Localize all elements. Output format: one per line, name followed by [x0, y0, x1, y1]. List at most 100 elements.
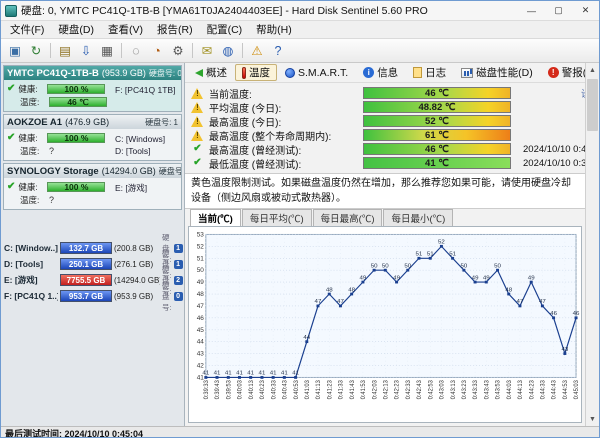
warning-icon [191, 102, 204, 113]
close-button[interactable]: ✕ [572, 1, 599, 20]
disk-size: (476.9 GB) [65, 117, 109, 127]
svg-text:0:39:33: 0:39:33 [204, 380, 210, 400]
svg-text:0:41:43: 0:41:43 [350, 380, 356, 400]
save-icon[interactable]: ⇩ [76, 41, 96, 60]
app-window: 硬盘: 0, YMTC PC41Q-1TB-B [YMA61T0JA240440… [0, 0, 600, 438]
help-icon[interactable]: ? [268, 41, 288, 60]
svg-text:0:42:13: 0:42:13 [383, 380, 389, 400]
svg-text:0:42:43: 0:42:43 [417, 380, 423, 400]
chart-tab-daily-average[interactable]: 每日平均(℃) [242, 209, 312, 226]
partition-row-d[interactable]: D: [Tools] 250.1 GB (276.1 GB) 硬盘号:1 [3, 256, 182, 272]
globe-icon[interactable]: ◍ [218, 41, 238, 60]
refresh-icon[interactable]: ↻ [26, 41, 46, 60]
gauge-icon[interactable]: ◔ [147, 41, 167, 60]
ok-check-icon [193, 144, 201, 154]
tab-overview[interactable]: 概述 [188, 64, 234, 81]
info-icon [363, 67, 374, 78]
disk-item-1[interactable]: AOKZOE A1 (476.9 GB) 硬盘号: 1 健康:100 % 温度:… [3, 114, 182, 161]
warning-icon [191, 116, 204, 127]
svg-text:52: 52 [438, 240, 445, 246]
svg-text:48: 48 [197, 291, 205, 298]
content: YMTC PC41Q-1TB-B (953.9 GB) 硬盘号: 0 健康:10… [1, 63, 599, 426]
health-ok-icon [7, 84, 15, 94]
temp-row-max-lifetime: 最高温度 (整个寿命周期内): 61 ℃ [190, 128, 580, 142]
svg-text:53: 53 [197, 232, 205, 239]
tab-bar: 概述 温度 S.M.A.R.T. 信息 日志 磁盘性能(D) 警报(A) [185, 63, 585, 83]
svg-text:47: 47 [197, 303, 205, 310]
svg-text:47: 47 [337, 299, 344, 305]
menu-report[interactable]: 报告(R) [150, 21, 200, 38]
toolbar-separator [121, 43, 122, 58]
disk-item-0[interactable]: YMTC PC41Q-1TB-B (953.9 GB) 硬盘号: 0 健康:10… [3, 65, 182, 112]
svg-text:0:40:03: 0:40:03 [238, 380, 244, 400]
menu-view[interactable]: 查看(V) [101, 21, 150, 38]
svg-text:49: 49 [483, 275, 491, 281]
svg-text:47: 47 [517, 299, 524, 305]
menu-config[interactable]: 配置(C) [200, 21, 250, 38]
svg-text:0:44:53: 0:44:53 [563, 380, 569, 400]
warning-icon [191, 130, 204, 141]
app-icon [5, 5, 17, 17]
search-icon[interactable]: ◌ [126, 41, 146, 60]
svg-text:0:44:03: 0:44:03 [507, 380, 513, 400]
health-bar: 100 % [47, 133, 105, 143]
svg-text:43: 43 [197, 351, 205, 358]
svg-text:0:43:13: 0:43:13 [451, 380, 457, 400]
svg-text:0:44:43: 0:44:43 [552, 380, 558, 400]
disk-sidebar: YMTC PC41Q-1TB-B (953.9 GB) 硬盘号: 0 健康:10… [1, 63, 185, 426]
temperature-chart-svg: 414243444546474849505152530:39:330:39:43… [189, 227, 581, 422]
settings-icon[interactable]: ⚙ [168, 41, 188, 60]
disk-number: 硬盘号: 1 [145, 117, 178, 128]
svg-text:0:41:13: 0:41:13 [316, 380, 322, 400]
health-ok-icon [7, 182, 15, 192]
toolbar: ▣↻ ▤⇩▦ ◌◔⚙ ✉◍ ⚠? [1, 39, 599, 63]
scrollbar-track[interactable] [586, 77, 599, 412]
disk-item-2[interactable]: SYNOLOGY Storage (14294.0 GB) 硬盘号: 2 健康:… [3, 163, 182, 210]
tab-temperature[interactable]: 温度 [235, 64, 277, 81]
tab-smart[interactable]: S.M.A.R.T. [278, 64, 355, 81]
tab-performance[interactable]: 磁盘性能(D) [454, 64, 540, 81]
svg-text:48: 48 [348, 287, 356, 293]
temperature-value-bar: 46 ℃ [363, 87, 511, 99]
menu-disk[interactable]: 硬盘(D) [51, 21, 101, 38]
main-panel: 概述 温度 S.M.A.R.T. 信息 日志 磁盘性能(D) 警报(A) 当前温… [185, 63, 585, 426]
disk-size: (953.9 GB) [102, 68, 146, 78]
tab-info[interactable]: 信息 [356, 64, 405, 81]
svg-text:41: 41 [225, 371, 233, 377]
chart-tab-daily-min[interactable]: 每日最小(℃) [383, 209, 453, 226]
print-icon[interactable]: ▦ [97, 41, 117, 60]
menu-help[interactable]: 帮助(H) [249, 21, 299, 38]
report-icon[interactable]: ▤ [55, 41, 75, 60]
svg-text:0:43:03: 0:43:03 [439, 380, 445, 400]
partition-row-e[interactable]: E: [游戏] 7755.5 GB (14294.0 GB) 硬盘号:2 [3, 272, 182, 288]
menu-file[interactable]: 文件(F) [3, 21, 51, 38]
partition-row-f[interactable]: F: [PC41Q 1..] 953.7 GB (953.9 GB) 硬盘号:0 [3, 288, 182, 304]
log-page-icon [413, 67, 422, 78]
maximize-button[interactable]: ▢ [545, 1, 572, 20]
svg-text:50: 50 [404, 264, 412, 270]
disk-size: (14294.0 GB) [102, 166, 156, 176]
svg-text:0:42:33: 0:42:33 [406, 380, 412, 400]
tab-log[interactable]: 日志 [406, 64, 453, 81]
svg-text:50: 50 [382, 264, 390, 270]
disk-number: 硬盘号: 2 [159, 166, 181, 177]
window-title: 硬盘: 0, YMTC PC41Q-1TB-B [YMA61T0JA240440… [21, 3, 518, 18]
alert-icon[interactable]: ⚠ [247, 41, 267, 60]
svg-text:0:44:33: 0:44:33 [540, 380, 546, 400]
partition-row-c[interactable]: C: [Window..] 132.7 GB (200.8 GB) 硬盘号:1 [3, 240, 182, 256]
svg-text:0:43:53: 0:43:53 [496, 380, 502, 400]
usage-bar: 132.7 GB [60, 242, 112, 254]
mail-icon[interactable]: ✉ [197, 41, 217, 60]
svg-text:46: 46 [573, 311, 581, 317]
minimize-button[interactable]: — [518, 1, 545, 20]
disk-volumes: C: [Windows] D: [Tools] [115, 131, 178, 158]
scrollbar-thumb[interactable] [587, 79, 598, 131]
scroll-up-icon[interactable] [586, 63, 599, 77]
disk-volumes: F: [PC41Q 1TB] [115, 82, 178, 109]
svg-text:47: 47 [539, 299, 546, 305]
disk-icon[interactable]: ▣ [5, 41, 25, 60]
chart-tab-daily-max[interactable]: 每日最高(℃) [313, 209, 383, 226]
scroll-down-icon[interactable] [586, 412, 599, 426]
chart-tab-current[interactable]: 当前(℃) [190, 209, 241, 226]
main-scrollbar[interactable] [585, 63, 599, 426]
